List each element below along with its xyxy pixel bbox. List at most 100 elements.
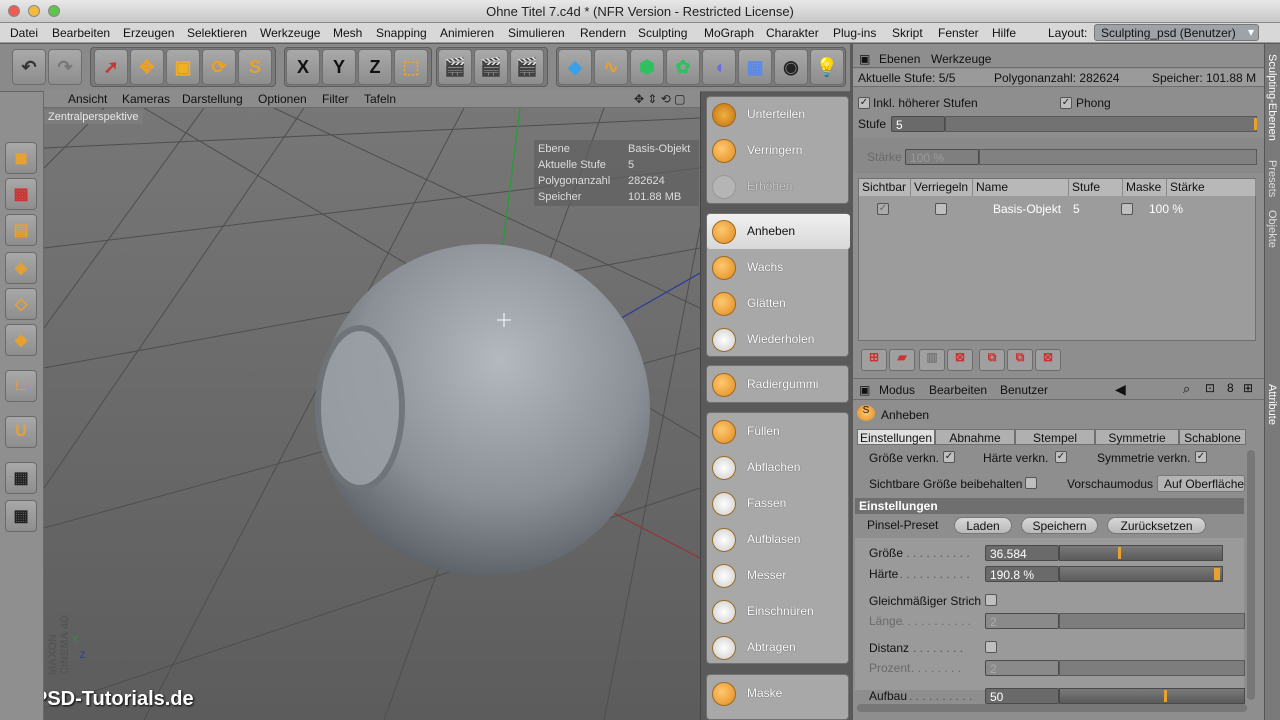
layout-select[interactable]: Sculpting_psd (Benutzer) ▾	[1094, 24, 1259, 41]
workplane-mode-button[interactable]: ▦	[5, 500, 37, 532]
load-preset-button[interactable]: Laden	[954, 517, 1012, 534]
remove-button[interactable]: ⊠	[947, 349, 973, 371]
points-mode-button[interactable]: ◈	[5, 252, 37, 284]
brush-einschnueren[interactable]: Einschnüren	[707, 594, 850, 629]
y-axis-button[interactable]: Y	[322, 49, 356, 85]
brush-fassen[interactable]: Fassen	[707, 486, 850, 521]
sculpt-tool-button[interactable]: S	[238, 49, 272, 85]
menu-snapping[interactable]: Snapping	[376, 26, 427, 40]
staerke-slider[interactable]	[979, 149, 1257, 165]
save-preset-button[interactable]: Speichern	[1021, 517, 1098, 534]
menu-charakter[interactable]: Charakter	[766, 26, 819, 40]
size-link-checkbox[interactable]: ✓	[943, 451, 955, 463]
buildup-slider[interactable]	[1059, 688, 1245, 704]
col-stufe[interactable]: Stufe	[1069, 179, 1123, 196]
tab-symmetrie[interactable]: Symmetrie	[1095, 429, 1179, 445]
visible-checkbox[interactable]: ✓	[877, 203, 889, 215]
hardness-field[interactable]: 190.8 %	[985, 566, 1059, 582]
brush-maske[interactable]: Maske	[707, 676, 850, 711]
axis-mode-button[interactable]: ∟	[5, 370, 37, 402]
stufe-field[interactable]: 5	[891, 116, 945, 132]
rotate-tool-button[interactable]: ⟳	[202, 49, 236, 85]
menu-hilfe[interactable]: Hilfe	[992, 26, 1016, 40]
menu-werkzeuge[interactable]: Werkzeuge	[260, 26, 320, 40]
x-axis-button[interactable]: X	[286, 49, 320, 85]
search-icon[interactable]: ⌕	[1183, 381, 1190, 397]
brush-anheben[interactable]: Anheben	[707, 214, 850, 249]
menu-sculpting[interactable]: Sculpting	[638, 26, 687, 40]
menu-rendern[interactable]: Rendern	[580, 26, 626, 40]
percent-field[interactable]: 2	[985, 660, 1059, 676]
side-tab-objects[interactable]: Objekte	[1266, 210, 1278, 248]
staerke-field[interactable]: 100 %	[905, 149, 979, 165]
table-row[interactable]: ✓ Basis-Objekt 5 100 %	[859, 200, 1255, 218]
render-view-button[interactable]: 🎬	[438, 49, 472, 85]
phong-checkbox[interactable]: ✓	[1060, 97, 1072, 109]
length-slider[interactable]	[1059, 613, 1245, 629]
menu-simulieren[interactable]: Simulieren	[508, 26, 565, 40]
generator-button[interactable]: ⬢	[630, 49, 664, 85]
render-picture-button[interactable]: 🎬	[474, 49, 508, 85]
sym-link-checkbox[interactable]: ✓	[1195, 451, 1207, 463]
snap-button[interactable]: U	[5, 416, 37, 448]
redo-button[interactable]: ↷	[48, 49, 82, 85]
light-button[interactable]: 💡	[810, 49, 844, 85]
mograph-button[interactable]: ✿	[666, 49, 700, 85]
tab-schablone[interactable]: Schablone	[1179, 429, 1246, 445]
size-slider[interactable]	[1059, 545, 1223, 561]
mask-checkbox[interactable]	[1121, 203, 1133, 215]
attr-menu-bearbeiten[interactable]: Bearbeiten	[929, 383, 987, 397]
side-tab-attributes[interactable]: Attribute	[1266, 384, 1278, 425]
menu-bearbeiten[interactable]: Bearbeiten	[52, 26, 110, 40]
menu-fenster[interactable]: Fenster	[938, 26, 979, 40]
coord-system-button[interactable]: ⬚	[394, 49, 428, 85]
clear-layer-button[interactable]: ⊠	[1035, 349, 1061, 371]
col-maske[interactable]: Maske	[1123, 179, 1167, 196]
viewport-menu-tafeln[interactable]: Tafeln	[364, 92, 396, 106]
viewport-menu-filter[interactable]: Filter	[322, 92, 349, 106]
menu-plugins[interactable]: Plug-ins	[833, 26, 876, 40]
z-axis-button[interactable]: Z	[358, 49, 392, 85]
attr-hscrollbar[interactable]	[857, 704, 1247, 712]
edges-mode-button[interactable]: ◇	[5, 288, 37, 320]
col-staerke[interactable]: Stärke	[1167, 179, 1256, 196]
spline-button[interactable]: ∿	[594, 49, 628, 85]
deformer-button[interactable]: ◖	[702, 49, 736, 85]
brush-wachs[interactable]: Wachs	[707, 250, 850, 285]
brush-fuellen[interactable]: Füllen	[707, 414, 850, 449]
brush-erhoehen[interactable]: Erhöhen	[707, 169, 850, 204]
lock-icon[interactable]: ⊡	[1205, 381, 1215, 395]
menu-animieren[interactable]: Animieren	[440, 26, 494, 40]
camera-label[interactable]: Zentralperspektive	[44, 110, 143, 124]
tab-werkzeuge[interactable]: Werkzeuge	[931, 52, 991, 66]
paste-layer-button[interactable]: ⧉	[1007, 349, 1033, 371]
hard-link-checkbox[interactable]: ✓	[1055, 451, 1067, 463]
menu-mograph[interactable]: MoGraph	[704, 26, 754, 40]
viewport-menu-ansicht[interactable]: Ansicht	[68, 92, 107, 106]
model-mode-button[interactable]: ◼	[5, 142, 37, 174]
col-sichtbar[interactable]: Sichtbar	[859, 179, 911, 196]
camera-button[interactable]: ◉	[774, 49, 808, 85]
tab-abnahme[interactable]: Abnahme	[935, 429, 1015, 445]
col-verriegeln[interactable]: Verriegeln	[911, 179, 973, 196]
even-stroke-checkbox[interactable]	[985, 594, 997, 606]
new-window-icon[interactable]: ⊞	[1243, 381, 1253, 395]
incl-higher-checkbox[interactable]: ✓	[858, 97, 870, 109]
keep-size-checkbox[interactable]	[1025, 477, 1037, 489]
side-tab-presets[interactable]: Presets	[1266, 160, 1278, 197]
reset-preset-button[interactable]: Zurücksetzen	[1107, 517, 1206, 534]
viewport-menu-darstellung[interactable]: Darstellung	[182, 92, 243, 106]
hardness-slider[interactable]	[1059, 566, 1223, 582]
preview-mode-select[interactable]: Auf Oberfläche	[1157, 475, 1245, 492]
side-tab-sculpting-layers[interactable]: Sculpting-Ebenen	[1266, 54, 1278, 141]
viewport-menu-optionen[interactable]: Optionen	[258, 92, 307, 106]
brush-verringern[interactable]: Verringern	[707, 133, 850, 168]
brush-wiederholen[interactable]: Wiederholen	[707, 322, 850, 357]
brush-abflachen[interactable]: Abflachen	[707, 450, 850, 485]
lock-checkbox[interactable]	[935, 203, 947, 215]
polygons-mode-button[interactable]: ◆	[5, 324, 37, 356]
brush-glaetten[interactable]: Glätten	[707, 286, 850, 321]
tab-stempel[interactable]: Stempel	[1015, 429, 1095, 445]
menu-datei[interactable]: Datei	[10, 26, 38, 40]
viewport[interactable]: Zentralperspektive Ebene Basis-Objekt Akt…	[44, 108, 700, 720]
